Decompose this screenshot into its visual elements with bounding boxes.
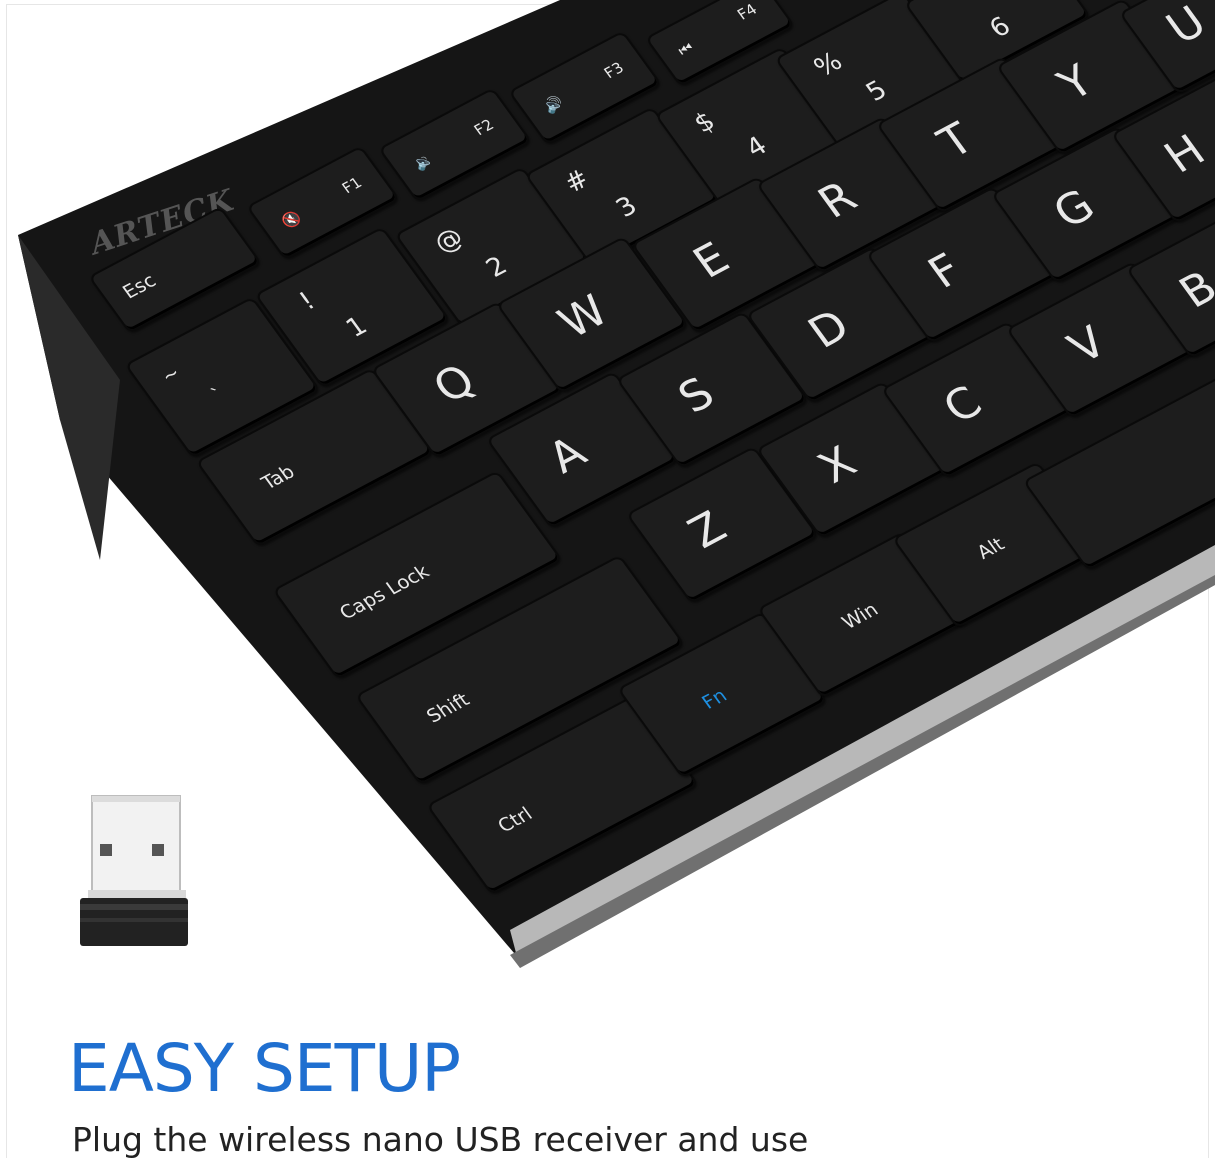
x-label: X bbox=[808, 437, 866, 494]
f2-label: F2 bbox=[470, 115, 498, 139]
tab-label: Tab bbox=[257, 461, 300, 495]
ctrl-label: Ctrl bbox=[493, 803, 537, 838]
key-5-label: 5 bbox=[860, 75, 894, 108]
y-label: Y bbox=[1048, 55, 1103, 111]
f3-label: F3 bbox=[600, 58, 628, 82]
t-label: T bbox=[928, 113, 983, 169]
f4-label: F4 bbox=[733, 0, 761, 24]
key-4-label: 4 bbox=[740, 131, 774, 164]
key-3-label: 3 bbox=[610, 191, 644, 224]
g-label: G bbox=[1043, 180, 1105, 239]
a-label: A bbox=[538, 427, 596, 484]
backtick-label: ` bbox=[207, 383, 230, 407]
esc-label: Esc bbox=[118, 270, 161, 304]
d-label: D bbox=[798, 300, 860, 359]
u-label: U bbox=[1157, 0, 1215, 54]
subtext: Plug the wireless nano USB receiver and … bbox=[72, 1120, 809, 1159]
win-label: Win bbox=[837, 598, 883, 634]
fn-label: Fn bbox=[697, 684, 732, 714]
w-label: W bbox=[548, 286, 618, 349]
e-label: E bbox=[683, 233, 739, 289]
key-1-shift-label: ! bbox=[293, 286, 321, 317]
volume-up-icon: 🔊 bbox=[539, 93, 568, 117]
q-label: Q bbox=[423, 355, 485, 414]
z-label: Z bbox=[678, 502, 736, 559]
f1-label: F1 bbox=[338, 173, 366, 197]
v-label: V bbox=[1058, 317, 1116, 374]
heading: EASY SETUP bbox=[68, 1030, 461, 1107]
previous-track-icon: ⏮ bbox=[674, 38, 697, 60]
b-label: B bbox=[1170, 261, 1215, 318]
volume-down-icon: 🔉 bbox=[409, 150, 438, 174]
key-3-shift-label: # bbox=[558, 164, 596, 199]
mute-icon: 🔇 bbox=[277, 208, 306, 232]
key-1-label: 1 bbox=[340, 311, 374, 344]
tilde-label: ~ bbox=[157, 362, 185, 388]
shift-label: Shift bbox=[422, 689, 474, 728]
key-6-label: 6 bbox=[984, 11, 1017, 44]
f-label: F bbox=[918, 244, 972, 299]
key-2-label: 2 bbox=[480, 251, 514, 284]
key-4-shift-label: $ bbox=[688, 106, 721, 139]
alt-label: Alt bbox=[972, 533, 1009, 564]
r-label: R bbox=[808, 172, 867, 229]
caps-lock-label: Caps Lock bbox=[335, 560, 434, 625]
s-label: S bbox=[668, 368, 724, 424]
h-label: H bbox=[1155, 125, 1215, 183]
key-2-shift-label: @ bbox=[428, 222, 470, 259]
c-label: C bbox=[933, 377, 992, 434]
key-5-shift-label: % bbox=[808, 46, 849, 83]
usb-receiver-image bbox=[80, 795, 188, 946]
